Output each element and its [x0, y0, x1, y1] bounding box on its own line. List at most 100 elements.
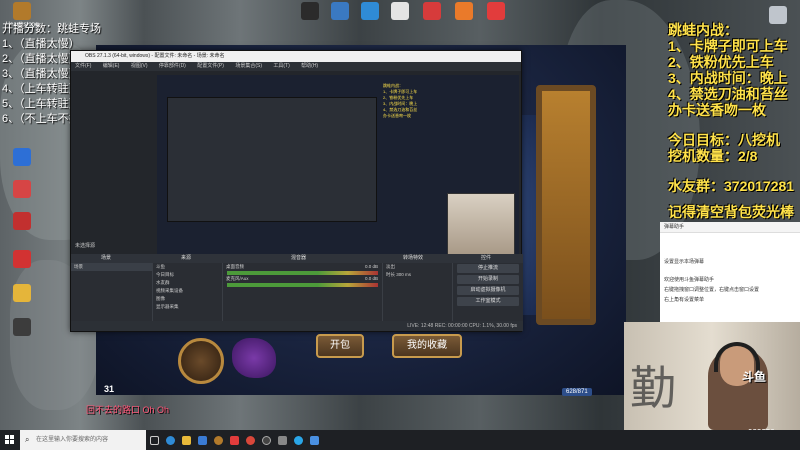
dock-title-controls: 控件 [481, 255, 492, 261]
desktop-icon-10[interactable] [2, 250, 42, 270]
virtual-camera-button[interactable]: 启动虚拟摄像机 [457, 286, 519, 295]
overlay-reminder: 记得清空背包荧光棒 [668, 204, 794, 220]
gear-icon [277, 435, 287, 445]
menu-scene-collection[interactable]: 场景集合(S) [235, 63, 262, 69]
controls-dock: 停止推流 开始录制 启动虚拟摄像机 工作室模式 [453, 263, 523, 321]
app-icon [487, 2, 505, 20]
mixer-channel[interactable]: 麦克风/Aux 0.0 dB [223, 275, 382, 283]
transitions-dock: 淡出 时长 300 ms [383, 263, 453, 321]
menu-help[interactable]: 帮助(H) [301, 63, 318, 69]
desktop-icon-7[interactable] [2, 148, 42, 168]
menu-file[interactable]: 文件(F) [75, 63, 91, 69]
mixer-level: 0.0 dB [364, 264, 378, 269]
overlay-progress: 挖机数量：2/8 [668, 148, 758, 164]
transition-type[interactable]: 淡出 [383, 263, 452, 271]
overlay-rule: 办卡送香吻一枚 [668, 102, 766, 118]
hearthstone-icon [13, 2, 31, 20]
preview-webcam [447, 193, 515, 255]
shop-button[interactable] [178, 338, 224, 384]
desktop-icon-6[interactable] [476, 2, 516, 22]
obs-statusbar: LIVE: 12:48 REC: 00:00:00 CPU: 1.1%, 30.… [71, 321, 523, 331]
dust-count: 628/871 [562, 388, 592, 396]
taskbar-app-qq[interactable] [290, 430, 306, 450]
menu-edit[interactable]: 编辑(E) [103, 63, 120, 69]
taskbar-app-obs[interactable] [258, 430, 274, 450]
windows-icon [5, 435, 14, 444]
app-icon [13, 180, 31, 198]
overlay-rule: 4、禁选刀油和苔丝 [668, 86, 788, 102]
obs-titlebar[interactable]: OBS 27.1.3 (64-bit, windows) - 配置文件: 未命名… [71, 51, 521, 62]
desktop-icon-9[interactable] [2, 212, 42, 232]
menu-docks[interactable]: 停靠部件(D) [159, 63, 186, 69]
dock-title-transitions: 转场特效 [403, 255, 424, 261]
cloud-icon [309, 435, 319, 445]
taskbar-app-explorer[interactable] [178, 430, 194, 450]
overlay-rule: 3、内战时间：晚上 [668, 70, 788, 86]
chat-line: 右上角有设置菜单 [664, 297, 705, 303]
mixer-channel[interactable]: 桌面音频 0.0 dB [223, 263, 382, 271]
source-item[interactable]: 水友群 [153, 279, 222, 287]
obs-menubar: 文件(F) 编辑(E) 视图(V) 停靠部件(D) 配置文件(P) 场景集合(S… [71, 62, 521, 71]
stop-streaming-button[interactable]: 停止推流 [457, 264, 519, 273]
search-placeholder: 在这里输入你要搜索的内容 [36, 437, 109, 443]
app-icon [13, 148, 31, 166]
app-icon [331, 2, 349, 20]
quest-icon[interactable] [232, 338, 276, 378]
edge-icon [361, 2, 379, 20]
qq-icon [293, 435, 303, 445]
task-view-button[interactable] [146, 430, 162, 450]
my-collection-button[interactable]: 我的收藏 [392, 334, 462, 358]
dock-title-mixer: 混音器 [291, 255, 307, 261]
source-item[interactable]: 视频采集设备 [153, 287, 222, 295]
app-icon [13, 284, 31, 302]
scene-item[interactable]: 场景 [71, 263, 152, 271]
taskbar-app-netdisk[interactable] [306, 430, 322, 450]
lyric-overlay: 回不去的路口 Oh Oh [86, 405, 170, 415]
overlay-group: 水友群：372017281 [668, 178, 795, 194]
obs-window[interactable]: OBS 27.1.3 (64-bit, windows) - 配置文件: 未命名… [70, 50, 523, 332]
menu-view[interactable]: 视图(V) [131, 63, 148, 69]
chat-line: 设置显示本场弹幕 [664, 259, 705, 265]
store-icon [197, 435, 207, 445]
app-icon [423, 2, 441, 20]
desktop-icon-11[interactable] [2, 284, 42, 304]
nested-obs-preview [167, 97, 377, 222]
start-recording-button[interactable]: 开始录制 [457, 275, 519, 284]
source-item[interactable]: 显示器采集 [153, 303, 222, 311]
taskbar-app-settings[interactable] [274, 430, 290, 450]
overlay-goal: 今日目标：八挖机 [668, 132, 780, 148]
desktop-icon-8[interactable] [2, 180, 42, 200]
edge-icon [165, 435, 175, 445]
volume-meter [227, 283, 378, 287]
source-item[interactable]: 图像 [153, 295, 222, 303]
app-icon [301, 2, 319, 20]
taskbar-app-edge[interactable] [162, 430, 178, 450]
open-packs-button[interactable]: 开包 [316, 334, 364, 358]
studio-mode-button[interactable]: 工作室模式 [457, 297, 519, 306]
duration-value: 300 ms [396, 272, 412, 277]
calligraphy-scroll: 勤 [630, 361, 676, 415]
chrome-icon [245, 435, 255, 445]
right-overlay: 跳蛙内战： 1、卡牌子即可上车 2、铁粉优先上车 3、内战时间：晚上 4、禁选刀… [668, 22, 798, 220]
hearthstone-icon [213, 435, 223, 445]
taskbar-app-hearthstone[interactable] [210, 430, 226, 450]
douyu-logo: 斗鱼 [742, 370, 767, 384]
douyu-icon [229, 435, 239, 445]
taskbar-app-chrome[interactable] [242, 430, 258, 450]
chat-line: 右键拖拽窗口调整位置，右键点击窗口设置 [664, 287, 760, 293]
taskbar-app-douyu[interactable] [226, 430, 242, 450]
taskbar-app-store[interactable] [194, 430, 210, 450]
transition-duration[interactable]: 时长 300 ms [383, 271, 452, 279]
mixer-channel-name: 桌面音频 [226, 264, 244, 269]
source-item[interactable]: 斗鱼 [153, 263, 222, 271]
menu-profile[interactable]: 配置文件(P) [197, 63, 224, 69]
obs-title: OBS 27.1.3 (64-bit, windows) - 配置文件: 未命名… [85, 53, 225, 59]
menu-tools[interactable]: 工具(T) [273, 63, 289, 69]
taskbar-search[interactable]: ⌕ 在这里输入你要搜索的内容 [20, 430, 146, 450]
source-item[interactable]: 今日目标 [153, 271, 222, 279]
danmu-assistant-panel[interactable]: 弹幕助手 设置显示本场弹幕 欢迎使用斗鱼弹幕助手 右键拖拽窗口调整位置，右键点击… [660, 222, 800, 322]
start-button[interactable] [0, 430, 20, 450]
mixer-level: 0.0 dB [364, 276, 378, 281]
app-icon [13, 212, 31, 230]
desktop-icon-12[interactable] [2, 318, 42, 338]
